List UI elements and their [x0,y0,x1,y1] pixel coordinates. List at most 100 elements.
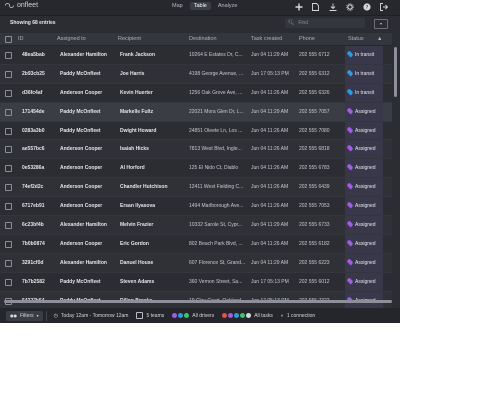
cell-phone[interactable]: 202 555 6818 [299,146,343,152]
cell-id[interactable]: 7b7b2582 [22,279,60,285]
cell-id[interactable]: 7b0b0874 [22,241,60,247]
cell-id[interactable]: ae557bc6 [22,146,60,152]
cell-phone[interactable]: 202 555 6326 [299,90,343,96]
cell-recipient[interactable]: Steven Adams [120,279,186,285]
row-checkbox[interactable] [5,184,12,192]
row-checkbox[interactable] [5,203,12,211]
cell-assigned-to[interactable]: Anderson Cooper [60,203,116,209]
cell-assigned-to[interactable]: Alexander Hamilton [60,222,116,228]
row-checkbox[interactable] [5,108,12,116]
cell-destination[interactable]: 12411 West Fielding C... [189,184,247,190]
drivers-filter[interactable]: All drivers [168,311,218,321]
cell-recipient[interactable]: Ersan Ilyasova [120,203,186,209]
sort-asc-icon[interactable]: ▲ [377,36,382,42]
row-checkbox[interactable] [5,146,12,154]
date-range-filter[interactable]: ◷ Today 12am - Tomorrow 12am [50,311,133,321]
cell-id[interactable]: 0283a3b0 [22,128,60,134]
logout-icon[interactable] [379,2,388,11]
table-row[interactable]: d36fc4af Anderson Cooper Kevin Huerter 1256… [0,83,392,103]
cell-phone[interactable]: 202 555 6312 [299,71,343,77]
table-row[interactable]: 0283a3b0 Paddy McOnfleet Dwight Howard 2485… [0,121,392,141]
cell-id[interactable]: d36fc4af [22,90,60,96]
row-checkbox[interactable] [5,222,12,230]
col-header-destination[interactable]: Destination [189,36,217,42]
cell-assigned-to[interactable]: Anderson Cooper [60,165,116,171]
row-checkbox[interactable] [5,165,12,173]
cell-destination[interactable]: 10332 Sarole St, Cypr... [189,222,247,228]
teams-filter[interactable]: 5 teams [132,311,168,321]
add-icon[interactable] [294,2,303,11]
row-checkbox[interactable] [5,52,12,59]
download-icon[interactable] [328,2,337,11]
cell-phone[interactable]: 202 555 6733 [299,222,343,228]
table-row[interactable]: 74ef2d2c Anderson Cooper Chandler Hutchiso… [0,178,392,198]
tab-analyze[interactable]: Analyze [214,2,242,10]
settings-icon[interactable] [345,2,354,11]
cell-destination[interactable]: 125 El Nido Ct, Diablo [189,165,247,171]
cell-destination[interactable]: 607 Florence St, Grand... [189,260,247,266]
row-checkbox[interactable] [5,278,12,286]
cell-id[interactable]: 171454de [22,109,60,115]
cell-recipient[interactable]: Chandler Hutchison [120,184,186,190]
col-header-task-created[interactable]: Task created [251,36,282,42]
row-checkbox[interactable] [5,70,12,78]
cell-phone[interactable]: 202 555 6012 [299,279,343,285]
filters-button[interactable]: Filters ▾ [6,310,43,321]
col-header-phone[interactable]: Phone [299,36,315,42]
cell-phone[interactable]: 202 555 7057 [299,109,343,115]
cell-recipient[interactable]: Dwight Howard [120,128,186,134]
table-row[interactable]: 6717eb91 Anderson Cooper Ersan Ilyasova 149… [0,197,392,217]
cell-destination[interactable]: 10264 E Estates Dr, C... [189,52,247,58]
cell-assigned-to[interactable]: Anderson Cooper [60,90,116,96]
cell-id[interactable]: 2b93cb25 [22,71,60,77]
cell-destination[interactable]: 802 Beach Park Blvd, ... [189,241,247,247]
cell-assigned-to[interactable]: Anderson Cooper [60,146,116,152]
col-header-id[interactable]: ID [18,36,24,42]
tasks-filter[interactable]: All tasks [218,311,277,321]
cell-recipient[interactable]: Kevin Huerter [120,90,186,96]
document-icon[interactable] [311,2,320,11]
cell-phone[interactable]: 202 555 7080 [299,128,343,134]
cell-id[interactable]: 48ea5bab [22,52,60,58]
cell-recipient[interactable]: Isaiah Hicks [120,146,186,152]
col-header-recipient[interactable]: Recipient [118,36,141,42]
cell-destination[interactable]: 1494 Marlborough Ave... [189,203,247,209]
table-row[interactable]: 7b7b2582 Paddy McOnfleet Steven Adams 360 V… [0,272,392,292]
cell-recipient[interactable]: Frank Jackson [120,52,186,58]
cell-id[interactable]: 6717eb91 [22,203,60,209]
cell-phone[interactable]: 202 555 6439 [299,184,343,190]
cell-destination[interactable]: 360 Vernon Street, Sa... [189,279,247,285]
cell-assigned-to[interactable]: Alexander Hamilton [60,52,116,58]
cell-assigned-to[interactable]: Alexander Hamilton [60,260,116,266]
cell-phone[interactable]: 202 555 6223 [299,260,343,266]
table-row[interactable]: 6c23bf4b Alexander Hamilton Melvin Frazier… [0,216,392,235]
cell-recipient[interactable]: Eric Gordon [120,241,186,247]
table-row[interactable]: 48ea5bab Alexander Hamilton Frank Jackson 1… [0,46,392,65]
table-row[interactable]: 7b0b0874 Anderson Cooper Eric Gordon 802 Be… [0,234,392,254]
cell-id[interactable]: 6c23bf4b [22,222,60,228]
cell-assigned-to[interactable]: Paddy McOnfleet [60,128,116,134]
cell-id[interactable]: 0e53286a [22,165,60,171]
table-row[interactable]: 0e53286a Anderson Cooper Al Horford 125 El … [0,159,392,179]
row-checkbox[interactable] [5,240,12,248]
row-checkbox[interactable] [5,89,12,97]
tab-map[interactable]: Map [168,2,187,10]
cell-phone[interactable]: 202 555 7053 [299,203,343,209]
help-icon[interactable]: ? [362,2,371,11]
cell-recipient[interactable]: Danuel House [120,260,186,266]
table-row[interactable]: 2b93cb25 Paddy McOnfleet Joe Harris 4198 Ge… [0,64,392,84]
table-row[interactable]: 171454de Paddy McOnfleet Markelle Fultz 220… [0,102,392,122]
vertical-scrollbar[interactable] [394,47,397,97]
row-checkbox[interactable] [5,127,12,135]
cell-assigned-to[interactable]: Paddy McOnfleet [60,279,116,285]
cell-phone[interactable]: 202 555 6182 [299,241,343,247]
column-settings-button[interactable]: ▾ [374,19,388,29]
find-input[interactable]: 🔍︎ Find [285,18,365,28]
cell-recipient[interactable]: Al Horford [120,165,186,171]
tab-table[interactable]: Table [189,2,211,10]
col-header-status[interactable]: Status [348,36,364,42]
cell-destination[interactable]: 1256 Oak Grove Ave, ... [189,90,247,96]
col-header-assigned-to[interactable]: Assigned to [57,36,86,42]
cell-assigned-to[interactable]: Anderson Cooper [60,184,116,190]
cell-destination[interactable]: 24851 Oleete Ln, Los ... [189,128,247,134]
